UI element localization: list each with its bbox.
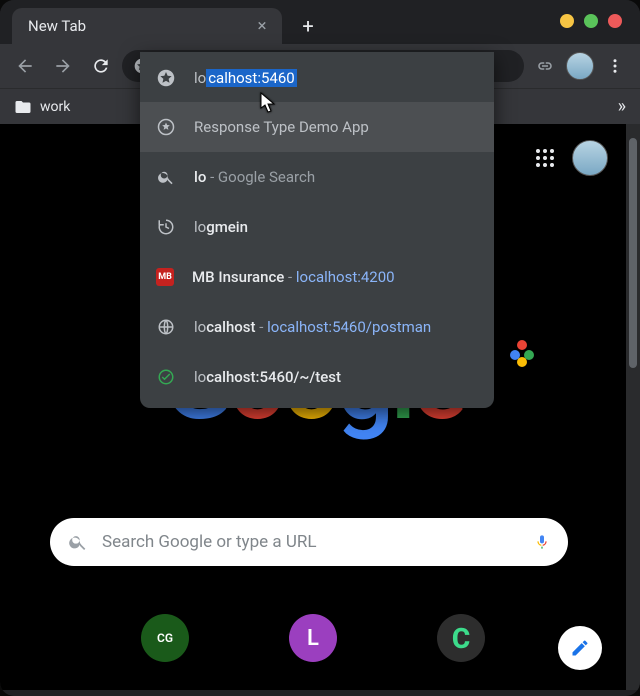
mic-icon[interactable] [534,531,550,553]
globe-icon [156,317,176,337]
account-avatar[interactable] [572,140,608,176]
folder-icon [14,98,32,116]
suggestion-row[interactable]: Response Type Demo App [140,102,494,152]
arrow-left-icon [15,56,35,76]
forward-button[interactable] [46,49,80,83]
search-input[interactable] [102,532,520,552]
window-controls [560,14,622,28]
suggestion-row[interactable]: localhost:5460 [140,52,494,102]
reload-icon [91,56,111,76]
check-circle-icon [156,367,176,387]
bookmarks-overflow[interactable]: » [618,96,626,117]
apps-button[interactable] [536,149,554,167]
shortcut-2[interactable]: L [289,614,337,662]
arrow-right-icon [53,56,73,76]
suggestion-row[interactable]: MB MB Insurance - localhost:4200 [140,252,494,302]
close-tab-icon[interactable]: × [252,16,272,36]
back-button[interactable] [8,49,42,83]
new-tab-button[interactable]: + [294,12,322,40]
bookmark-folder-label: work [40,99,70,115]
bookmark-folder-work[interactable]: work [14,98,70,116]
link-icon [536,57,554,75]
kebab-icon [606,57,624,75]
star-filled-icon [156,68,176,88]
shortcuts-row: CG L C [0,614,626,662]
window-minimize[interactable] [560,14,574,28]
window-maximize[interactable] [584,14,598,28]
suggestion-row[interactable]: localhost:5460/~/test [140,352,494,402]
suggestion-row[interactable]: logmein [140,202,494,252]
star-outline-icon [156,117,176,137]
window-close[interactable] [608,14,622,28]
suggestion-row[interactable]: localhost - localhost:5460/postman [140,302,494,352]
profile-avatar[interactable] [566,52,594,80]
search-icon [68,532,88,552]
history-icon [156,217,176,237]
menu-button[interactable] [598,49,632,83]
shortcut-3[interactable]: C [437,614,485,662]
search-box[interactable] [50,518,568,566]
tab-title: New Tab [28,17,86,35]
pencil-icon [570,638,590,658]
tab-newtab[interactable]: New Tab × [12,8,282,44]
assistant-logo [510,340,536,366]
reload-button[interactable] [84,49,118,83]
shortcut-1[interactable]: CG [141,614,189,662]
suggestion-row[interactable]: lo - Google Search [140,152,494,202]
extension-icon[interactable] [528,49,562,83]
mb-favicon: MB [156,268,174,286]
customize-button[interactable] [558,626,602,670]
scrollbar[interactable] [626,124,640,690]
omnibox-suggestions: localhost:5460 Response Type Demo App lo… [140,52,494,408]
search-icon [156,167,176,187]
scrollbar-thumb[interactable] [629,138,637,368]
tab-strip: New Tab × + [0,0,640,44]
